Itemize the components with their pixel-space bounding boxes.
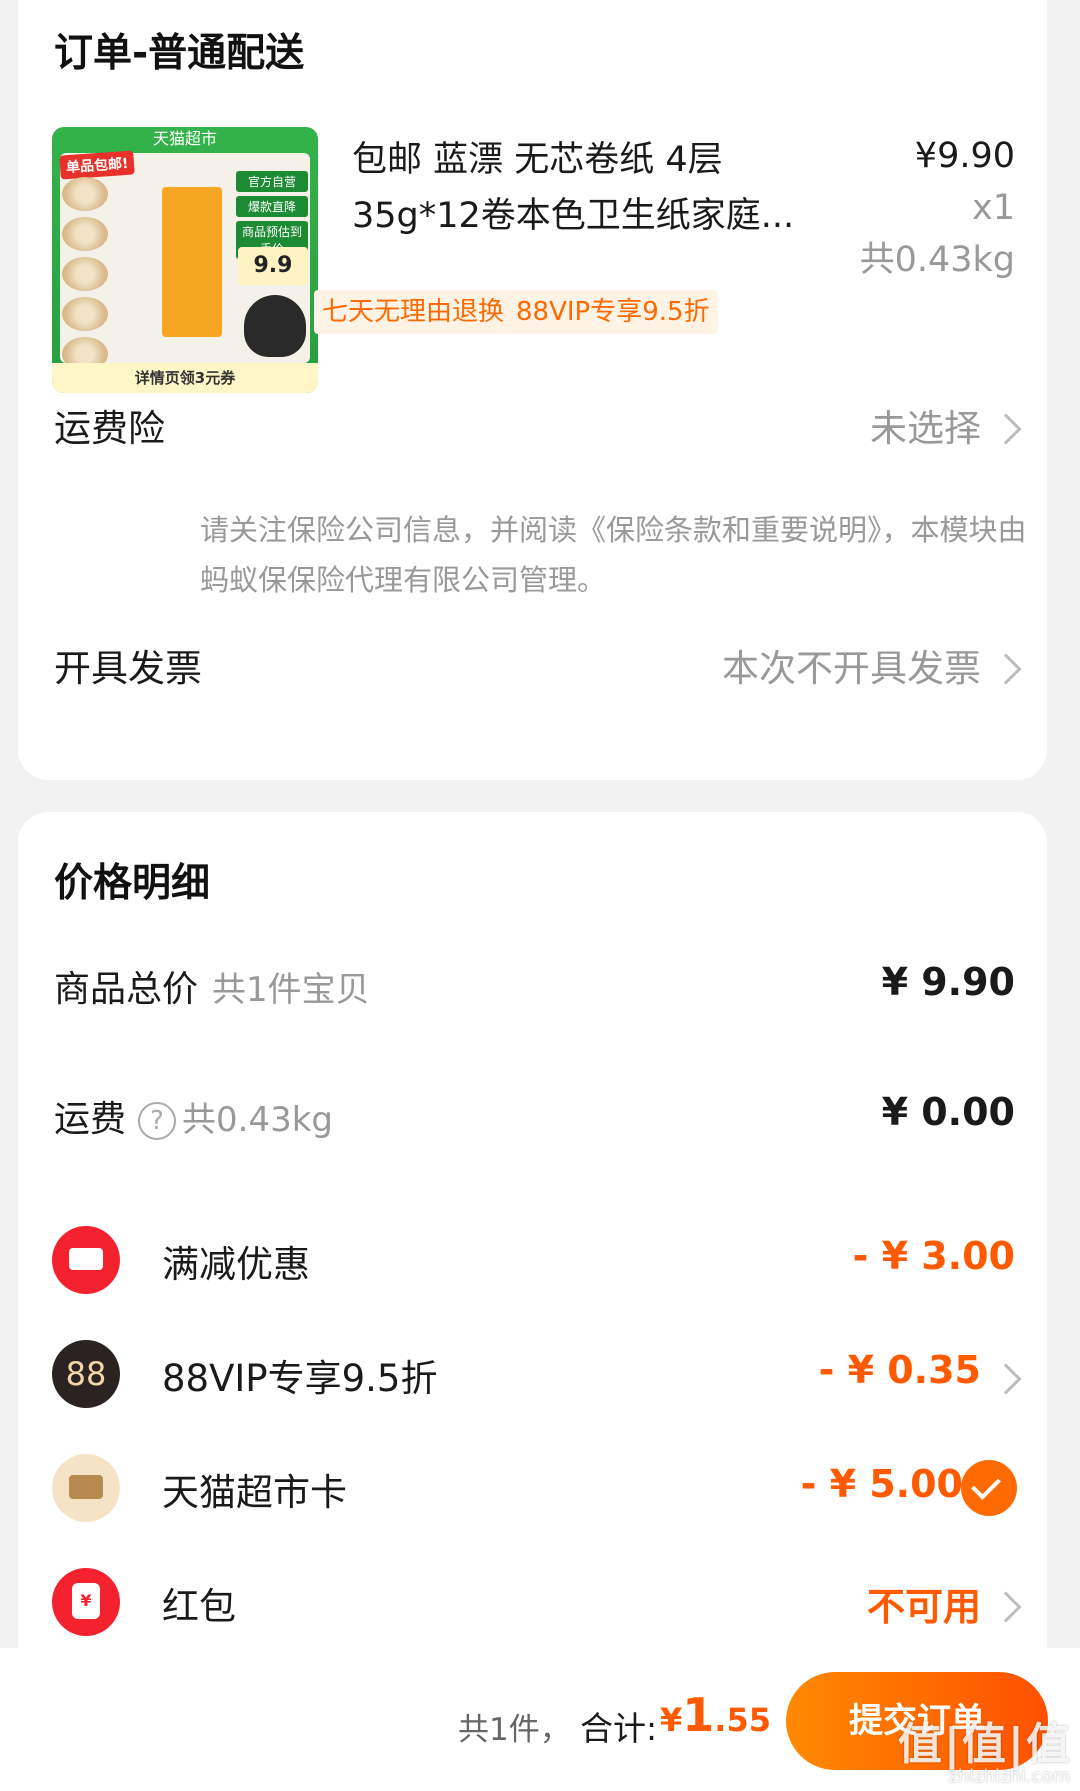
full-reduction-label: 满减优惠 — [162, 1243, 310, 1286]
product-image-side-label: 爆款直降 — [236, 196, 308, 217]
shipping-fee-text: 运费 — [54, 1099, 127, 1140]
goods-total-text: 商品总价 — [54, 969, 199, 1010]
goods-count: 共1件宝贝 — [212, 970, 370, 1010]
shipping-weight: 共0.43kg — [182, 1100, 333, 1140]
chevron-right-icon — [990, 1591, 1022, 1623]
product-image-package — [162, 187, 222, 337]
product-title-line: 包邮 蓝漂 无芯卷纸 4层 — [352, 140, 723, 180]
total-label: 合计: — [580, 1709, 658, 1748]
invoice-value: 本次不开具发票 — [722, 647, 981, 690]
checkmark-selected-icon[interactable] — [961, 1460, 1017, 1516]
shipping-fee-amount: ¥ 0.00 — [881, 1090, 1015, 1134]
red-packet-status: 不可用 — [866, 1585, 981, 1629]
product-weight: 共0.43kg — [859, 240, 1015, 280]
insurance-note: 请关注保险公司信息，并阅读《保险条款和重要说明》，本模块由蚂蚁保保险代理有限公司… — [200, 513, 1027, 597]
product-image-coupon-label: 详情页领3元券 — [52, 363, 318, 393]
total-amount: ¥1.55 — [660, 1688, 771, 1742]
shipping-insurance-value: 未选择 — [870, 407, 981, 450]
product-quantity: x1 — [972, 188, 1015, 228]
vip-discount-tag: 88VIP专享9.5折 — [508, 290, 718, 334]
tmall-cat-mascot-icon — [244, 295, 306, 357]
goods-total-label: 商品总价 共1件宝贝 — [54, 960, 370, 1012]
goods-total-amount: ¥ 9.90 — [881, 960, 1015, 1004]
price-detail-card: 价格明细 商品总价 共1件宝贝 ¥ 9.90 运费? 共0.43kg ¥ 0.00 … — [18, 812, 1047, 1791]
red-packet-label: 红包 — [162, 1585, 236, 1628]
tmall-card-label: 天猫超市卡 — [162, 1471, 347, 1514]
total-decimal: .55 — [714, 1701, 771, 1739]
product-image-rolls — [62, 177, 152, 393]
order-card: 订单-普通配送 天猫超市 单品包邮! 官方自营 爆款直降 商品预估到手价 9.9… — [18, 0, 1047, 780]
watermark-url: zhizhizhi.com — [948, 1766, 1070, 1787]
shipping-insurance-label: 运费险 — [54, 407, 165, 450]
product-image[interactable]: 天猫超市 单品包邮! 官方自营 爆款直降 商品预估到手价 9.9 详情页领3元券 — [52, 127, 318, 393]
watermark-logo: 值|值|值 — [897, 1719, 1072, 1770]
red-packet-icon: ¥ — [52, 1568, 120, 1636]
shipping-fee-label: 运费? 共0.43kg — [54, 1090, 333, 1142]
order-section-title: 订单-普通配送 — [54, 31, 305, 76]
ticket-icon — [52, 1226, 120, 1294]
total-currency: ¥ — [660, 1701, 683, 1739]
product-price: ¥9.90 — [914, 136, 1015, 176]
return-policy-tag: 七天无理由退换 — [314, 290, 513, 334]
vip-discount-amount: - ¥ 0.35 — [818, 1348, 981, 1392]
red-packet-symbol: ¥ — [72, 1582, 100, 1619]
product-title-line: 35g*12卷本色卫生纸家庭... — [352, 196, 795, 236]
product-image-store-label: 天猫超市 — [152, 129, 217, 148]
card-icon — [52, 1454, 120, 1522]
item-count: 共1件， — [458, 1712, 571, 1748]
chevron-right-icon — [990, 653, 1022, 685]
full-reduction-amount: - ¥ 3.00 — [852, 1234, 1015, 1278]
vip-discount-label: 88VIP专享9.5折 — [162, 1357, 438, 1400]
total-integer: 1 — [682, 1688, 715, 1742]
invoice-label: 开具发票 — [54, 647, 202, 690]
checkout-bar: 共1件， 合计: ¥1.55 提交订单 值|值|值 zhizhizhi.com — [0, 1648, 1080, 1791]
product-title[interactable]: 包邮 蓝漂 无芯卷纸 4层 35g*12卷本色卫生纸家庭... — [352, 132, 832, 244]
product-image-side-label: 官方自营 — [236, 171, 308, 192]
price-detail-title: 价格明细 — [54, 861, 211, 906]
vip88-icon: 88 — [52, 1340, 120, 1408]
product-image-price: 9.9 — [238, 247, 308, 285]
chevron-right-icon — [990, 413, 1022, 445]
tmall-card-amount: - ¥ 5.00 — [800, 1462, 963, 1506]
help-icon[interactable]: ? — [138, 1102, 177, 1140]
product-price-block: ¥9.90 x1 共0.43kg — [860, 130, 1015, 286]
chevron-right-icon — [990, 1363, 1022, 1395]
